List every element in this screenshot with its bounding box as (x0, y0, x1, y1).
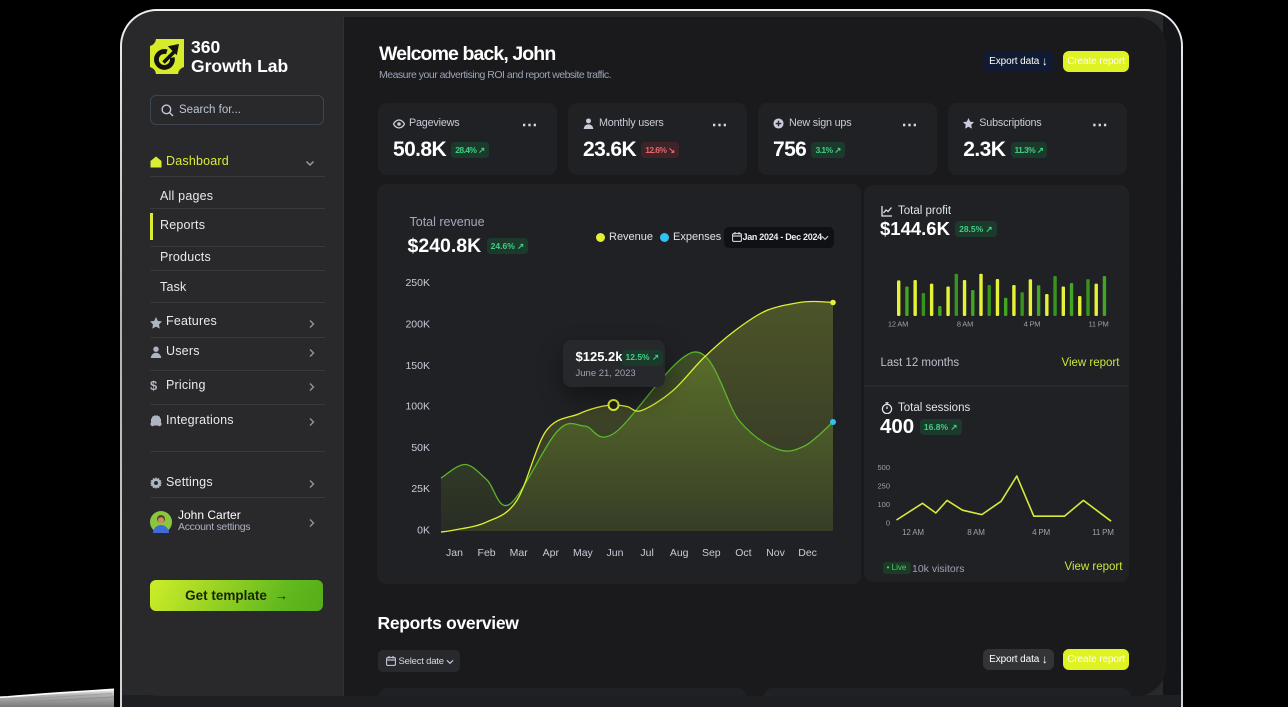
svg-text:4 PM: 4 PM (1024, 319, 1041, 328)
svg-text:100K: 100K (405, 400, 430, 412)
svg-text:Oct: Oct (735, 547, 751, 559)
svg-text:4 PM: 4 PM (1032, 528, 1050, 537)
svg-text:Jul: Jul (640, 547, 653, 559)
svg-text:500: 500 (877, 463, 890, 472)
svg-text:250K: 250K (405, 277, 430, 289)
svg-text:100: 100 (877, 500, 890, 509)
svg-text:8 AM: 8 AM (957, 319, 973, 328)
svg-text:Aug: Aug (670, 547, 689, 559)
svg-text:11 PM: 11 PM (1088, 319, 1108, 328)
svg-text:Jan: Jan (446, 547, 463, 559)
svg-text:0: 0 (886, 518, 890, 527)
svg-text:25K: 25K (411, 483, 430, 495)
svg-text:150K: 150K (405, 360, 430, 372)
svg-text:250: 250 (877, 481, 890, 490)
svg-text:Sep: Sep (702, 547, 721, 559)
svg-text:May: May (573, 547, 594, 559)
svg-text:Mar: Mar (510, 547, 529, 559)
svg-text:Jun: Jun (607, 547, 624, 559)
svg-text:Dec: Dec (798, 547, 817, 559)
svg-text:12 AM: 12 AM (902, 528, 924, 537)
svg-text:200K: 200K (405, 318, 430, 330)
svg-text:Nov: Nov (766, 547, 785, 559)
svg-text:Apr: Apr (543, 547, 560, 559)
svg-text:11 PM: 11 PM (1092, 528, 1114, 537)
svg-text:Feb: Feb (478, 547, 496, 559)
svg-text:50K: 50K (411, 441, 430, 453)
svg-text:0K: 0K (417, 524, 430, 536)
svg-text:12 AM: 12 AM (888, 319, 908, 328)
svg-text:8 AM: 8 AM (967, 528, 985, 537)
